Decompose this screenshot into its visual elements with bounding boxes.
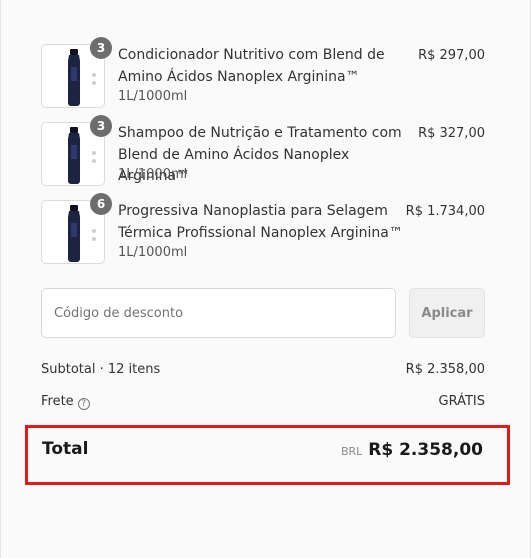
quantity-badge: 3 (90, 115, 112, 137)
shipping-row: Frete? GRÁTIS (41, 394, 485, 410)
total-value: R$ 2.358,00 (368, 440, 483, 460)
currency-code: BRL (340, 445, 363, 458)
subtotal-value: R$ 2.358,00 (405, 362, 485, 377)
subtotal-row: Subtotal · 12 itens R$ 2.358,00 (41, 362, 485, 377)
product-thumbnail: 3 (41, 37, 112, 108)
order-summary-panel: 3 Condicionador Nutritivo com Blend de A… (0, 0, 531, 558)
quantity-badge: 6 (90, 193, 112, 215)
product-price: R$ 1.734,00 (405, 204, 485, 219)
product-variant: 1L/1000ml (118, 245, 188, 260)
question-circle-icon[interactable]: ? (77, 398, 90, 410)
product-name: Condicionador Nutritivo com Blend de Ami… (118, 47, 385, 85)
product-variant: 1L/1000ml (118, 167, 188, 182)
total-amount-group: BRL R$ 2.358,00 (341, 440, 483, 460)
total-highlight: Total BRL R$ 2.358,00 (25, 425, 510, 485)
discount-code-input[interactable] (41, 288, 396, 338)
product-price: R$ 297,00 (418, 48, 485, 63)
product-thumbnail: 3 (41, 115, 112, 186)
shipping-label: Frete (41, 394, 74, 409)
product-name: Progressiva Nanoplastia para Selagem Tér… (118, 203, 403, 241)
cart-item: 3 Shampoo de Nutrição e Tratamento com B… (41, 115, 485, 186)
product-price: R$ 327,00 (418, 126, 485, 141)
cart-item: 3 Condicionador Nutritivo com Blend de A… (41, 37, 485, 108)
shipping-value: GRÁTIS (438, 394, 486, 409)
cart-item: 6 Progressiva Nanoplastia para Selagem T… (41, 193, 485, 264)
quantity-badge: 3 (90, 37, 112, 59)
subtotal-label: Subtotal · 12 itens (41, 362, 161, 377)
total-label: Total (42, 439, 89, 459)
product-variant: 1L/1000ml (118, 89, 188, 104)
product-thumbnail: 6 (41, 193, 112, 264)
apply-discount-button[interactable]: Aplicar (409, 288, 485, 338)
